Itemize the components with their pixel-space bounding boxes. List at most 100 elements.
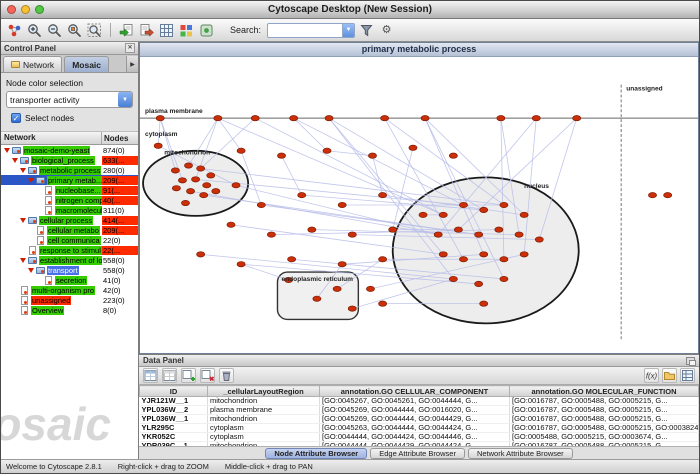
close-window-icon[interactable]: [7, 5, 16, 14]
network-node[interactable]: [475, 232, 483, 237]
color-attribute-select[interactable]: transporter activity ▼: [6, 91, 133, 108]
network-node[interactable]: [171, 168, 179, 173]
zoom-selected-icon[interactable]: [66, 22, 83, 39]
tree-row[interactable]: multi-organism pro42(0): [1, 285, 138, 295]
network-node[interactable]: [232, 183, 240, 188]
network-node[interactable]: [459, 257, 467, 262]
table-row[interactable]: YPL036W__1mitochondrion[GO:0045269, GO:0…: [140, 415, 699, 424]
network-node[interactable]: [664, 192, 672, 197]
network-node[interactable]: [434, 232, 442, 237]
network-node[interactable]: [449, 276, 457, 281]
network-node[interactable]: [338, 202, 346, 207]
network-node[interactable]: [381, 116, 389, 121]
tree-row[interactable]: primary metab...209(...: [1, 175, 138, 185]
tree-row[interactable]: metabolic process280(0): [1, 165, 138, 175]
network-node[interactable]: [207, 173, 215, 178]
column-header[interactable]: _cellularLayoutRegion: [208, 386, 320, 397]
network-node[interactable]: [500, 257, 508, 262]
delete-attribute-icon[interactable]: [200, 368, 215, 383]
network-node[interactable]: [298, 192, 306, 197]
zoom-fit-icon[interactable]: [86, 22, 103, 39]
network-node[interactable]: [333, 286, 341, 291]
network-node[interactable]: [156, 116, 164, 121]
vizmapper-icon[interactable]: [178, 22, 195, 39]
network-node[interactable]: [184, 163, 192, 168]
network-node[interactable]: [313, 296, 321, 301]
network-node[interactable]: [172, 186, 180, 191]
expand-arrow-icon[interactable]: [19, 218, 27, 223]
table-row[interactable]: YPL036W__2plasma membrane[GO:0045269, GO…: [140, 406, 699, 415]
network-node[interactable]: [178, 178, 186, 183]
window-titlebar[interactable]: Cytoscape Desktop (New Session): [1, 1, 699, 19]
filter-icon[interactable]: [358, 22, 375, 39]
network-node[interactable]: [212, 189, 220, 194]
network-node[interactable]: [500, 202, 508, 207]
tab-scroll-right-icon[interactable]: ▶: [126, 56, 138, 72]
network-node[interactable]: [480, 301, 488, 306]
plugins-icon[interactable]: [198, 22, 215, 39]
zoom-window-icon[interactable]: [35, 5, 44, 14]
tree-row[interactable]: transport558(0): [1, 265, 138, 275]
attribute-matrix-icon[interactable]: [680, 368, 695, 383]
tree-column-nodes[interactable]: Nodes: [102, 134, 138, 143]
network-node[interactable]: [214, 116, 222, 121]
tree-row[interactable]: Overview8(0): [1, 305, 138, 315]
formula-builder-icon[interactable]: f(x): [644, 368, 659, 383]
table-row[interactable]: YLR295Ccytoplasm[GO:0045263, GO:0044444,…: [140, 424, 699, 433]
network-overview-icon[interactable]: [158, 22, 175, 39]
tree-row[interactable]: establishment of lo558(0): [1, 255, 138, 265]
import-network-icon[interactable]: [118, 22, 135, 39]
unselect-attributes-icon[interactable]: [162, 368, 177, 383]
network-node[interactable]: [154, 143, 162, 148]
network-node[interactable]: [454, 227, 462, 232]
network-node[interactable]: [197, 166, 205, 171]
network-node[interactable]: [181, 200, 189, 205]
network-canvas[interactable]: plasma membranecytoplasmmitochondrionnuc…: [140, 57, 698, 353]
table-row[interactable]: YJR121W__1mitochondrion[GO:0045267, GO:0…: [140, 397, 699, 406]
network-node[interactable]: [409, 145, 417, 150]
network-node[interactable]: [497, 116, 505, 121]
tree-row[interactable]: secretion41(0): [1, 275, 138, 285]
tree-column-network[interactable]: Network: [1, 132, 102, 144]
tree-row[interactable]: response to stimul22(...: [1, 245, 138, 255]
network-node[interactable]: [267, 232, 275, 237]
network-node[interactable]: [338, 262, 346, 267]
network-node[interactable]: [449, 153, 457, 158]
expand-arrow-icon[interactable]: [27, 268, 35, 273]
network-node[interactable]: [290, 116, 298, 121]
network-node[interactable]: [368, 153, 376, 158]
column-header[interactable]: annotation.GO MOLECULAR_FUNCTION: [510, 386, 699, 397]
search-dropdown-icon[interactable]: ▼: [342, 23, 354, 38]
expand-arrow-icon[interactable]: [3, 148, 11, 153]
tree-row[interactable]: unassigned223(0): [1, 295, 138, 305]
tree-row[interactable]: cellular process414(...: [1, 215, 138, 225]
network-view-title[interactable]: primary metabolic process: [140, 43, 698, 57]
tree-row[interactable]: biological_process633(...: [1, 155, 138, 165]
network-node[interactable]: [379, 192, 387, 197]
select-attributes-icon[interactable]: [143, 368, 158, 383]
network-node[interactable]: [323, 148, 331, 153]
network-node[interactable]: [389, 227, 397, 232]
export-network-icon[interactable]: [138, 22, 155, 39]
network-node[interactable]: [500, 276, 508, 281]
network-node[interactable]: [495, 227, 503, 232]
network-node[interactable]: [348, 306, 356, 311]
network-node[interactable]: [520, 212, 528, 217]
network-node[interactable]: [325, 116, 333, 121]
network-node[interactable]: [439, 212, 447, 217]
network-node[interactable]: [237, 148, 245, 153]
tab-network-attribute-browser[interactable]: Network Attribute Browser: [468, 448, 573, 459]
network-node[interactable]: [200, 192, 208, 197]
network-node[interactable]: [187, 189, 195, 194]
tree-row[interactable]: cellular metabo209(...: [1, 225, 138, 235]
select-nodes-checkbox[interactable]: ✓: [11, 113, 21, 123]
network-node[interactable]: [520, 252, 528, 257]
network-node[interactable]: [237, 262, 245, 267]
tab-network[interactable]: Network: [3, 56, 62, 72]
network-node[interactable]: [532, 116, 540, 121]
network-node[interactable]: [515, 232, 523, 237]
import-attributes-folder-icon[interactable]: [662, 368, 677, 383]
network-node[interactable]: [348, 232, 356, 237]
tree-row[interactable]: cell communica22(0): [1, 235, 138, 245]
network-node[interactable]: [203, 183, 211, 188]
